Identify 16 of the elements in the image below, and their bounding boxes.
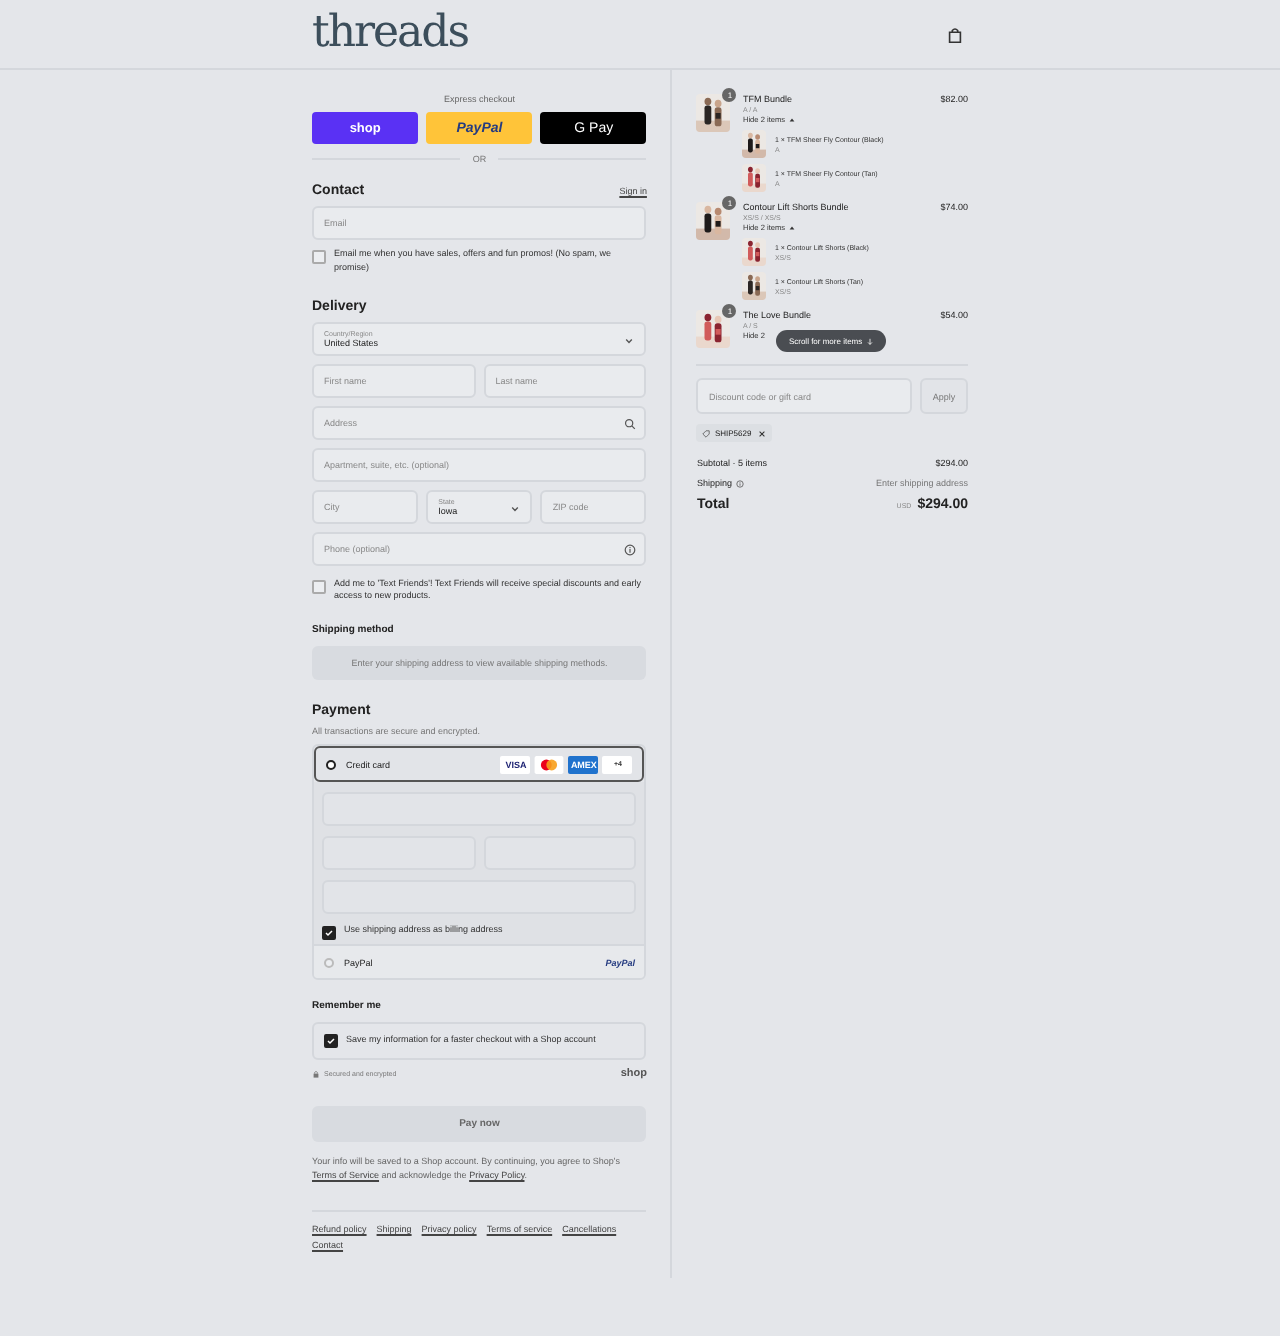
close-icon[interactable]	[757, 429, 766, 437]
mastercard-logo	[534, 755, 565, 773]
checkbox[interactable]	[312, 250, 326, 264]
tag-icon	[702, 429, 711, 437]
help-icon	[624, 543, 637, 555]
checkbox[interactable]	[324, 1034, 338, 1048]
shopping-bag-icon[interactable]	[946, 25, 964, 43]
chevron-down-icon	[508, 501, 523, 515]
help-icon[interactable]	[735, 479, 744, 487]
arrow-down-icon	[866, 337, 875, 345]
search-icon	[624, 417, 637, 429]
checkbox[interactable]	[322, 926, 336, 940]
store-logo[interactable]: threads	[312, 12, 469, 56]
checkbox[interactable]	[312, 579, 326, 593]
chevron-down-icon	[622, 333, 637, 347]
lock-icon	[312, 1070, 320, 1078]
